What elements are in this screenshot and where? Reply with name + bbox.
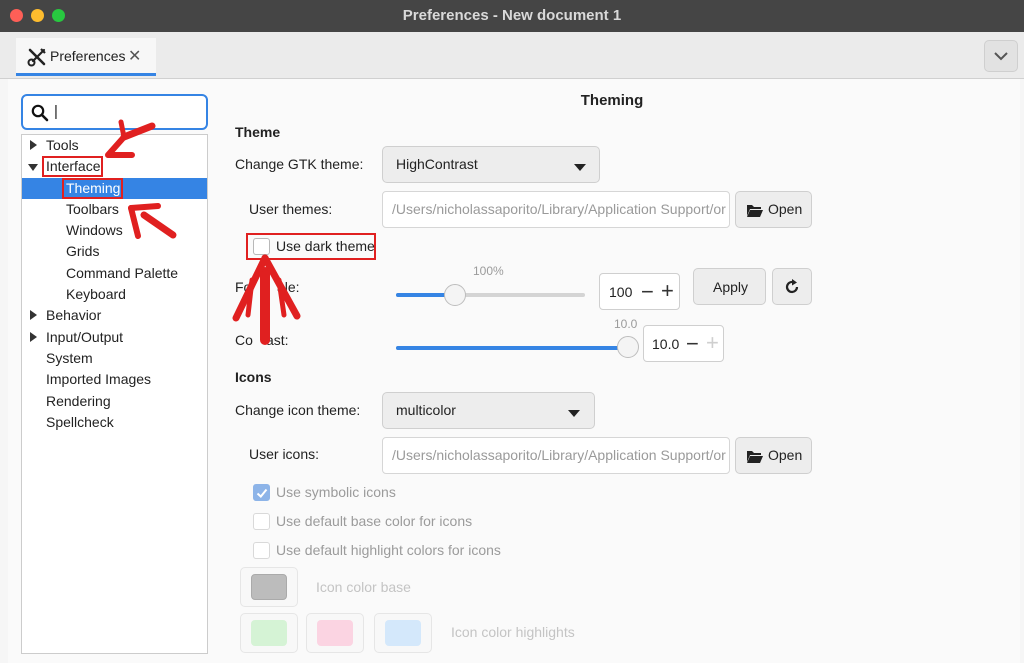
annotation-arrow-icon: [128, 203, 177, 239]
annotation-arrow-icon: [105, 119, 156, 158]
annotation-arrow-icon: [232, 254, 301, 345]
annotation-arrows: [105, 119, 301, 345]
